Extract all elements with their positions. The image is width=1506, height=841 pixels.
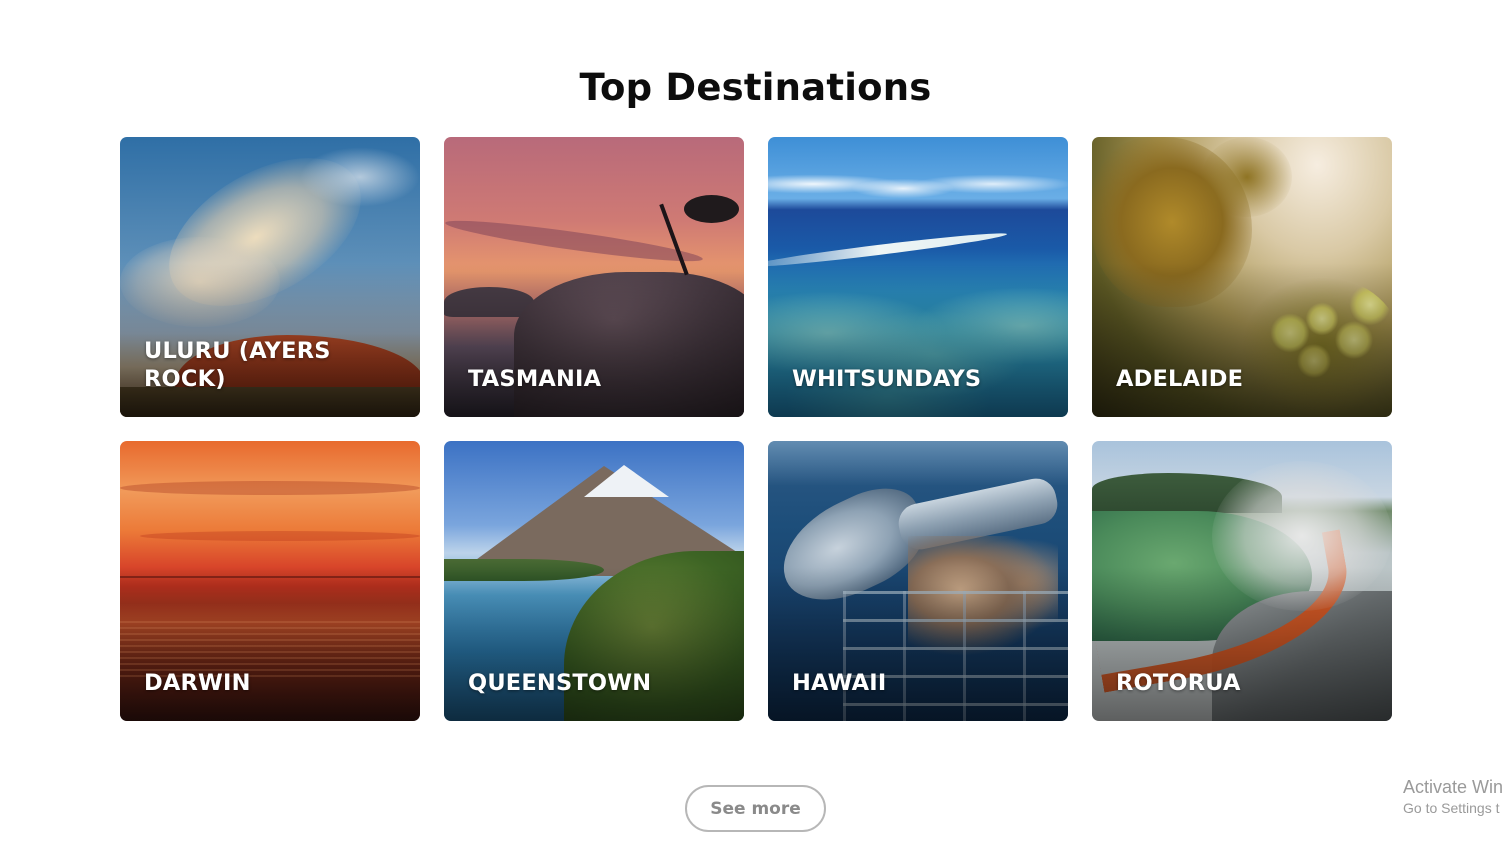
destination-label: TASMANIA (468, 366, 602, 392)
section-title: Top Destinations (579, 66, 932, 109)
destination-card-rotorua[interactable]: ROTORUA (1092, 441, 1392, 721)
destination-label: ROTORUA (1116, 670, 1241, 696)
activation-watermark: Activate Win Go to Settings t (1403, 776, 1503, 818)
destination-label: ADELAIDE (1116, 366, 1244, 392)
destination-label: DARWIN (144, 670, 251, 696)
destination-card-adelaide[interactable]: ADELAIDE (1092, 137, 1392, 417)
destination-card-darwin[interactable]: DARWIN (120, 441, 420, 721)
watermark-title: Activate Win (1403, 777, 1504, 797)
destination-card-hawaii[interactable]: HAWAII (768, 441, 1068, 721)
destinations-grid: ULURU (AYERS ROCK) TASMANIA WHITSUNDAYS … (120, 137, 1392, 721)
see-more-button[interactable]: See more (685, 785, 826, 832)
destination-card-queenstown[interactable]: QUEENSTOWN (444, 441, 744, 721)
destination-card-whitsundays[interactable]: WHITSUNDAYS (768, 137, 1068, 417)
destination-label: QUEENSTOWN (468, 670, 652, 696)
destination-card-tasmania[interactable]: TASMANIA (444, 137, 744, 417)
watermark-subtitle: Go to Settings t (1403, 800, 1500, 816)
destination-card-uluru[interactable]: ULURU (AYERS ROCK) (120, 137, 420, 417)
destination-label: WHITSUNDAYS (792, 366, 982, 392)
destination-label: HAWAII (792, 670, 887, 696)
destination-label: ULURU (AYERS ROCK) (144, 338, 331, 392)
